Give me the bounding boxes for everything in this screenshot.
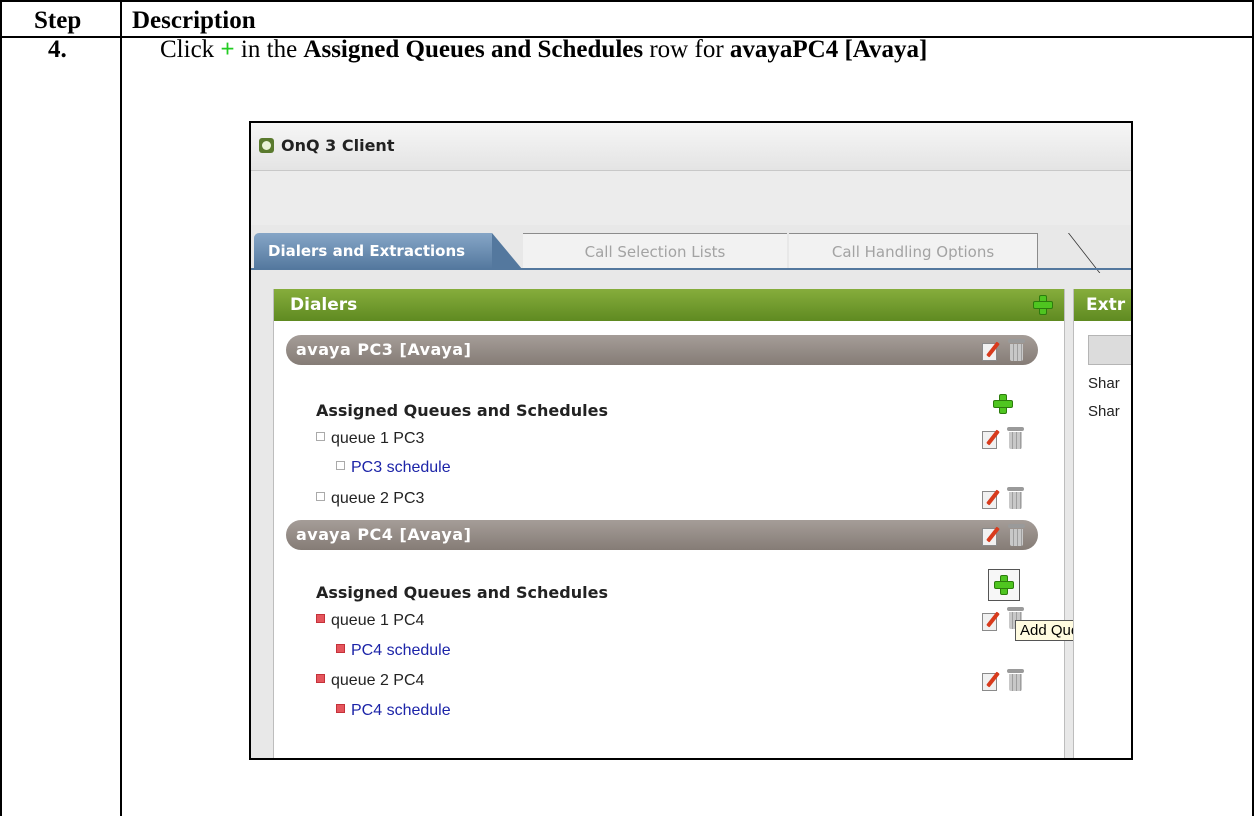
tab-call-selection-lists[interactable]: Call Selection Lists — [523, 233, 787, 270]
table-left-border — [0, 0, 2, 816]
bullet-icon — [316, 492, 325, 502]
window-title: OnQ 3 Client — [281, 136, 395, 155]
queue-label: queue 2 PC4 — [331, 672, 425, 689]
tab-label: Call Selection Lists — [584, 243, 726, 261]
tab-baseline — [251, 268, 1131, 270]
instruction-text: Click + in the Assigned Queues and Sched… — [160, 37, 927, 62]
extraction-row[interactable]: Shar — [1088, 403, 1120, 420]
schedule-label: PC4 schedule — [351, 702, 451, 719]
checked-bullet-icon — [316, 614, 325, 624]
bullet-icon — [336, 461, 345, 471]
queue-label: queue 2 PC3 — [331, 490, 425, 507]
dialer-name: avaya PC3 [Avaya] — [296, 340, 472, 359]
edit-icon[interactable] — [982, 526, 1000, 546]
queue-item[interactable]: queue 2 PC4 — [316, 672, 424, 690]
checked-bullet-icon — [316, 674, 325, 684]
instruction-pre: Click — [160, 36, 221, 63]
tab-strip: Dialers and Extractions Call Selection L… — [251, 226, 1131, 270]
dialers-panel: Dialers avaya PC3 [Avaya] Assigned Queue… — [273, 289, 1065, 758]
add-dialer-icon[interactable] — [1034, 296, 1052, 314]
header-step: Step — [34, 7, 82, 34]
trash-icon[interactable] — [1007, 487, 1024, 509]
instruction-mid: in the — [234, 36, 304, 63]
window-titlebar: OnQ 3 Client — [251, 123, 1131, 171]
extractions-panel: Extr Shar Shar — [1073, 289, 1131, 758]
header-description: Description — [132, 7, 256, 34]
edit-icon[interactable] — [982, 429, 1000, 449]
tab-dialers-and-extractions[interactable]: Dialers and Extractions — [254, 233, 522, 269]
edit-icon[interactable] — [982, 341, 1000, 361]
dialer-bar-pc4[interactable]: avaya PC4 [Avaya] — [286, 520, 1038, 550]
schedule-item[interactable]: PC4 schedule — [336, 642, 451, 660]
add-queue-button-hover[interactable] — [988, 569, 1020, 601]
schedule-item[interactable]: PC3 schedule — [336, 459, 451, 477]
extraction-row[interactable]: Shar — [1088, 375, 1120, 392]
add-queue-icon — [995, 576, 1013, 594]
step-number: 4. — [48, 36, 67, 63]
queue-item[interactable]: queue 1 PC4 — [316, 612, 424, 630]
trash-icon[interactable] — [1008, 524, 1025, 546]
trash-icon[interactable] — [1008, 339, 1025, 361]
trash-icon[interactable] — [1007, 427, 1024, 449]
app-screenshot: OnQ 3 Client Dialers and Extractions Cal… — [249, 121, 1133, 760]
bullet-icon — [316, 432, 325, 442]
checked-bullet-icon — [336, 644, 345, 654]
trash-icon[interactable] — [1007, 669, 1024, 691]
tab-call-handling-options[interactable]: Call Handling Options — [789, 233, 1038, 270]
app-logo-icon — [259, 138, 274, 153]
dialers-panel-title: Dialers — [290, 295, 358, 315]
queue-label: queue 1 PC4 — [331, 612, 425, 629]
instruction-plus: + — [220, 36, 235, 63]
queue-item[interactable]: queue 2 PC3 — [316, 490, 424, 508]
tab-label: Call Handling Options — [831, 243, 995, 261]
extractions-panel-title: Extr — [1086, 295, 1126, 315]
dialer-name: avaya PC4 [Avaya] — [296, 525, 472, 544]
tab-label: Dialers and Extractions — [268, 242, 466, 260]
toolbar-area — [251, 171, 1131, 225]
section-title-pc3: Assigned Queues and Schedules — [316, 401, 608, 420]
instruction-bold-dialer: avayaPC4 [Avaya] — [729, 36, 928, 63]
dialers-panel-header: Dialers — [274, 289, 1064, 321]
section-title-pc4: Assigned Queues and Schedules — [316, 583, 608, 602]
edit-icon[interactable] — [982, 489, 1000, 509]
edit-icon[interactable] — [982, 671, 1000, 691]
schedule-item[interactable]: PC4 schedule — [336, 702, 451, 720]
instruction-mid2: row for — [643, 36, 730, 63]
checked-bullet-icon — [336, 704, 345, 714]
instruction-bold-section: Assigned Queues and Schedules — [303, 36, 644, 63]
add-queue-icon[interactable] — [994, 395, 1012, 413]
queue-item[interactable]: queue 1 PC3 — [316, 430, 424, 448]
schedule-label: PC4 schedule — [351, 642, 451, 659]
table-top-border — [0, 0, 1254, 2]
table-column-divider — [120, 0, 122, 816]
extractions-grid-header — [1088, 335, 1131, 365]
queue-label: queue 1 PC3 — [331, 430, 425, 447]
dialer-bar-pc3[interactable]: avaya PC3 [Avaya] — [286, 335, 1038, 365]
edit-icon[interactable] — [982, 611, 1000, 631]
extractions-panel-header: Extr — [1074, 289, 1131, 321]
schedule-label: PC3 schedule — [351, 459, 451, 476]
